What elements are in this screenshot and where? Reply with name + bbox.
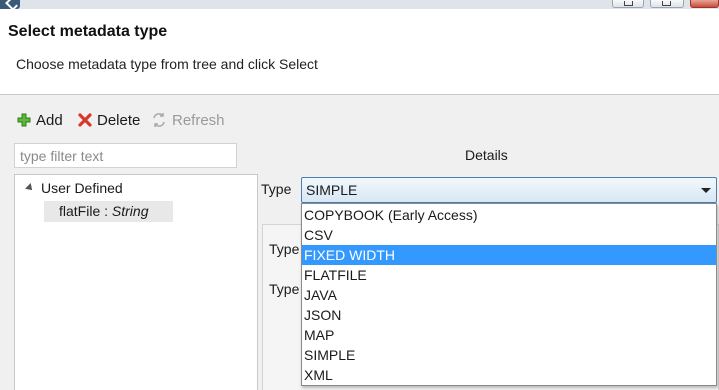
refresh-button-label: Refresh [172,111,225,129]
refresh-button: Refresh [151,110,225,130]
type-combobox[interactable]: SIMPLE [301,177,717,203]
tree-leaf-flatfile[interactable]: flatFile : String [44,201,173,222]
delete-button-label: Delete [97,111,141,129]
option-map[interactable]: MAP [302,325,716,345]
metadata-tree[interactable]: User Defined flatFile : String [14,174,258,390]
x-icon [78,113,92,127]
option-json[interactable]: JSON [302,305,716,325]
tree-leaf-name: flatFile : [59,203,112,219]
minimize-button[interactable] [612,0,644,8]
maximize-button[interactable] [650,0,684,8]
option-xml[interactable]: XML [302,365,716,385]
close-button[interactable] [690,0,719,8]
option-flatfile[interactable]: FLATFILE [302,265,716,285]
add-button-label: Add [36,111,63,129]
dialog-header: Select metadata type Choose metadata typ… [0,9,719,95]
window-titlebar [0,0,719,9]
type-label: Type [261,181,292,197]
refresh-icon [153,113,165,127]
type-dropdown-list[interactable]: COPYBOOK (Early Access) CSV FIXED WIDTH … [301,203,717,386]
add-button[interactable]: Add [17,110,63,130]
app-icon [0,0,20,9]
chevron-down-icon[interactable] [701,188,711,193]
option-csv[interactable]: CSV [302,225,716,245]
dialog-subtitle: Choose metadata type from tree and click… [16,56,318,72]
dialog-title: Select metadata type [8,23,168,40]
option-fixed-width[interactable]: FIXED WIDTH [302,245,716,265]
plus-icon [17,113,31,127]
tree-leaf-type: String [111,203,149,219]
type-combobox-value: SIMPLE [306,182,358,198]
tree-node-label: User Defined [41,180,123,196]
option-copybook[interactable]: COPYBOOK (Early Access) [302,205,716,225]
panel-type-label-2: Type [269,281,300,297]
delete-button[interactable]: Delete [78,110,140,130]
filter-input[interactable] [14,143,237,168]
panel-type-label-1: Type [269,241,300,257]
option-java[interactable]: JAVA [302,285,716,305]
tree-node-user-defined[interactable]: User Defined [25,179,123,197]
details-heading: Details [465,147,508,163]
option-simple[interactable]: SIMPLE [302,345,716,365]
expand-arrow-icon[interactable] [25,183,35,193]
